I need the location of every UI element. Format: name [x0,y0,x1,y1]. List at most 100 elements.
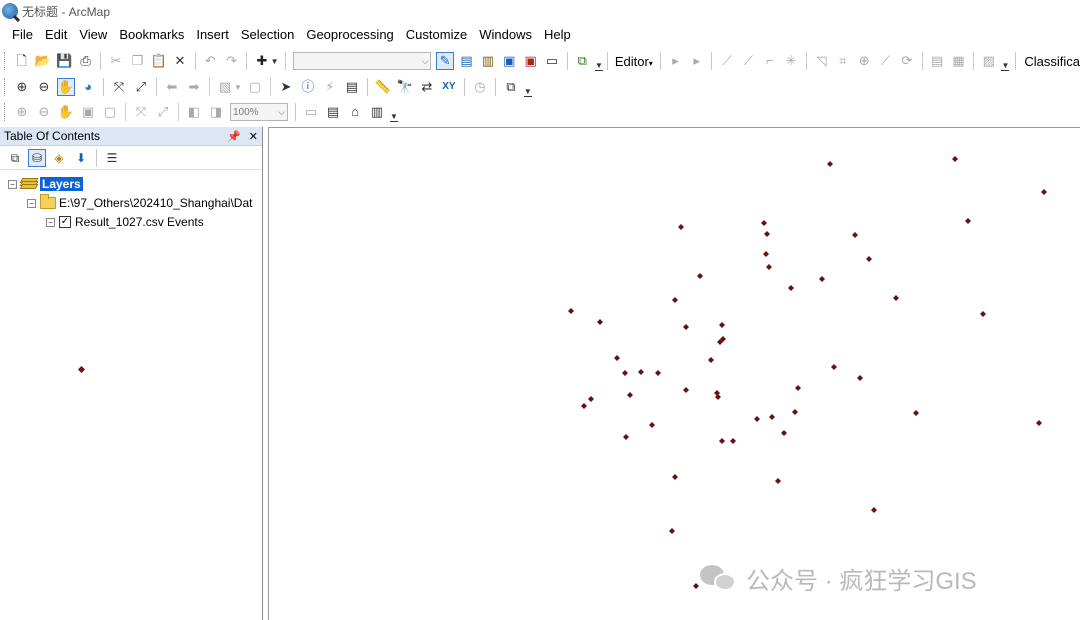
data-frame-label[interactable]: Layers [40,177,83,191]
html-popup-icon[interactable]: ▤ [343,78,361,96]
editor-toolbar-icon[interactable]: ✎ [436,52,454,70]
map-point[interactable] [655,370,661,376]
map-point[interactable] [866,256,872,262]
go-to-xy-icon[interactable]: XY [440,78,458,96]
map-point[interactable] [649,422,655,428]
classification-menu-label[interactable]: Classifica [1024,54,1080,69]
toolbar-overflow-icon[interactable]: ▼ [1001,62,1010,71]
trace-icon[interactable]: ⌐ [761,52,778,70]
map-point[interactable] [708,357,714,363]
save-icon[interactable]: 💾 [56,52,73,70]
map-point[interactable] [893,295,899,301]
map-canvas[interactable] [269,128,1080,620]
menu-selection[interactable]: Selection [235,24,300,46]
measure-icon[interactable]: 📏 [374,78,392,96]
zoom-in-icon[interactable]: ⊕ [13,78,31,96]
fixed-zoom-out-icon[interactable]: ⤢ [132,78,150,96]
point-symbol-icon[interactable] [77,365,86,374]
map-display[interactable] [268,127,1080,620]
tree-row-folder[interactable]: − E:\97_Others\202410_Shanghai\Dat [27,194,252,212]
go-back-icon[interactable]: ⬅ [163,78,181,96]
map-point[interactable] [831,364,837,370]
select-elements-icon[interactable]: ➤ [277,78,295,96]
menu-customize[interactable]: Customize [400,24,473,46]
map-point[interactable] [672,297,678,303]
map-point[interactable] [827,161,833,167]
list-by-source-icon[interactable]: ⛁ [28,148,46,167]
tree-row-layers[interactable]: − Layers [8,175,83,193]
map-point[interactable] [719,438,725,444]
menu-help[interactable]: Help [538,24,577,46]
select-dropdown-icon[interactable]: ▼ [234,83,242,92]
map-point[interactable] [638,369,644,375]
layer-name-label[interactable]: Result_1027.csv Events [75,215,204,229]
map-point[interactable] [697,273,703,279]
collapse-icon[interactable]: − [8,179,17,189]
list-by-drawing-order-icon[interactable]: ⧉ [6,149,24,167]
split-tool-icon[interactable]: ⟋ [877,52,894,70]
toc-options-icon[interactable]: ☰ [103,149,121,167]
hyperlink-icon[interactable]: ⚡ [321,78,339,96]
redo-icon[interactable]: ↷ [223,52,240,70]
map-point[interactable] [795,385,801,391]
create-features-icon[interactable]: ▨ [980,52,997,70]
menu-edit[interactable]: Edit [39,24,73,46]
map-point[interactable] [719,322,725,328]
clear-selection-icon[interactable]: ▢ [246,78,264,96]
toolbar-overflow-icon[interactable]: ▼ [594,62,603,71]
edit-tool-icon[interactable]: ▸ [667,52,684,70]
map-point[interactable] [766,264,772,270]
edit-vertices-icon[interactable]: ◹ [813,52,830,70]
pan-icon[interactable]: ✋ [57,78,75,96]
map-point[interactable] [1041,189,1047,195]
menu-bookmarks[interactable]: Bookmarks [113,24,190,46]
menu-geoprocessing[interactable]: Geoprocessing [300,24,399,46]
rotate-tool-icon[interactable]: ⟳ [898,52,915,70]
fixed-zoom-out-layout-icon[interactable]: ⤢ [154,103,172,121]
change-layout-icon[interactable]: ⌂ [346,103,364,121]
map-point[interactable] [693,583,699,589]
map-point[interactable] [965,218,971,224]
cut-polygons-icon[interactable]: ⊕ [855,52,872,70]
viewer-window-icon[interactable]: ⧉ [502,78,520,96]
map-point[interactable] [781,430,787,436]
copy-icon[interactable]: ❐ [129,52,146,70]
map-point[interactable] [623,434,629,440]
map-point[interactable] [871,507,877,513]
full-extent-icon[interactable]: ◕ [79,78,97,96]
menu-windows[interactable]: Windows [473,24,538,46]
toolbar-grip[interactable] [4,103,7,121]
layout-pan-icon[interactable]: ✋ [57,103,75,121]
add-data-icon[interactable]: ✚ [253,52,270,70]
map-point[interactable] [683,324,689,330]
map-point[interactable] [819,276,825,282]
catalog-icon[interactable]: ▥ [479,52,496,70]
reshape-feature-icon[interactable]: ⌗ [834,52,851,70]
map-point[interactable] [568,308,574,314]
map-scale-combo[interactable]: ⌵ [292,52,432,70]
delete-icon[interactable]: ✕ [171,52,188,70]
menu-view[interactable]: View [73,24,113,46]
toolbar-grip[interactable] [4,52,7,70]
collapse-icon[interactable]: − [27,198,36,208]
map-point[interactable] [852,232,858,238]
zoom-to-100-icon[interactable]: ▢ [101,103,119,121]
open-icon[interactable]: 📂 [34,52,51,70]
zoom-whole-page-icon[interactable]: ▣ [79,103,97,121]
editor-menu-button[interactable]: Editor▾ [615,54,653,69]
map-point[interactable] [952,156,958,162]
map-point[interactable] [614,355,620,361]
find-icon[interactable]: 🔭 [396,78,414,96]
toolbar-grip[interactable] [4,78,7,96]
menu-insert[interactable]: Insert [190,24,235,46]
map-point[interactable] [761,220,767,226]
layout-zoom-combo[interactable]: 100% ⌵ [230,103,288,121]
tree-row-layer[interactable]: − ✓ Result_1027.csv Events [46,213,204,231]
map-point[interactable] [792,409,798,415]
search-window-icon[interactable]: ▣ [501,52,518,70]
toolbar-overflow-icon[interactable]: ▼ [523,88,532,97]
new-document-icon[interactable]: 🗋 [13,52,30,70]
collapse-icon[interactable]: − [46,217,55,227]
print-icon[interactable]: ⎙ [77,52,94,70]
map-point[interactable] [1036,420,1042,426]
